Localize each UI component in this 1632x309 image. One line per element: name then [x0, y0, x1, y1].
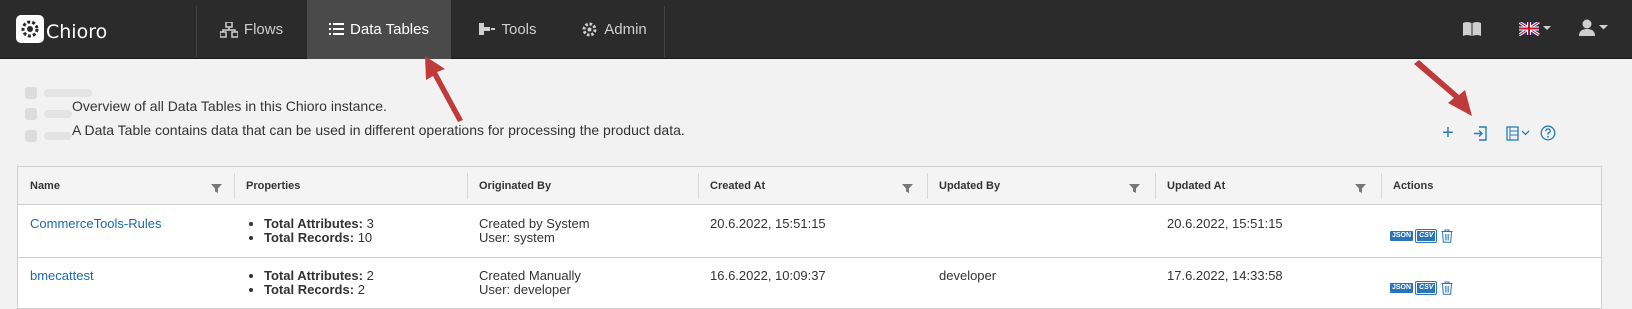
column-header-originated-by[interactable]: Originated By — [467, 167, 698, 205]
originated-user: User: system — [479, 230, 555, 245]
help-icon[interactable] — [1540, 125, 1556, 141]
nav-flows-label: Flows — [243, 21, 284, 38]
skeleton-bullet — [25, 108, 37, 120]
flows-icon — [219, 21, 238, 38]
trash-icon[interactable] — [1441, 229, 1453, 243]
json-export-button[interactable]: JSON — [1390, 231, 1414, 241]
originated-type: Created by System — [479, 216, 590, 231]
uk-flag-icon[interactable] — [1519, 22, 1553, 36]
column-header-name[interactable]: Name — [18, 167, 234, 205]
skeleton-bullet — [25, 130, 37, 142]
add-icon[interactable]: + — [1440, 121, 1456, 144]
column-header-updated-at[interactable]: Updated At — [1155, 167, 1381, 205]
total-records: Total Records: 2 — [264, 283, 374, 297]
column-header-updated-by[interactable]: Updated By — [927, 167, 1155, 205]
table-row: bmecattest Total Attributes: 2 Total Rec… — [18, 258, 1601, 309]
filter-icon[interactable] — [1129, 181, 1140, 199]
annotation-arrow-data-tables — [425, 56, 463, 122]
annotation-arrow-toolbar — [1414, 60, 1472, 116]
originated-type: Created Manually — [479, 268, 581, 283]
filter-icon[interactable] — [902, 181, 913, 199]
properties-cell: Total Attributes: 2 Total Records: 2 — [248, 269, 374, 297]
description-line-2: A Data Table contains data that can be u… — [72, 122, 685, 138]
tools-icon — [478, 22, 496, 37]
table-header: Name Properties Originated By Created At… — [18, 167, 1601, 205]
json-export-button[interactable]: JSON — [1390, 283, 1414, 293]
nav-divider — [664, 6, 665, 57]
csv-export-button[interactable]: CSV — [1415, 229, 1438, 243]
updated-by-cell: developer — [939, 268, 997, 283]
table-name-link[interactable]: bmecattest — [30, 269, 94, 283]
skeleton-bullet — [25, 87, 37, 99]
created-at-cell: 16.6.2022, 10:09:37 — [710, 268, 826, 283]
row-actions: JSON CSV — [1390, 281, 1453, 295]
csv-export-button[interactable]: CSV — [1415, 281, 1438, 295]
nav-admin-label: Admin — [604, 21, 647, 38]
table-name-link[interactable]: CommerceTools-Rules — [30, 217, 161, 231]
description-line-1: Overview of all Data Tables in this Chio… — [72, 98, 387, 114]
gear-icon — [581, 21, 598, 38]
total-records: Total Records: 10 — [264, 231, 374, 245]
originated-user: User: developer — [479, 282, 571, 297]
column-header-created-at[interactable]: Created At — [698, 167, 927, 205]
columns-menu-icon[interactable] — [1505, 125, 1533, 141]
skeleton-bar — [44, 110, 72, 118]
table-row: CommerceTools-Rules Total Attributes: 3 … — [18, 205, 1601, 258]
total-attributes: Total Attributes: 3 — [264, 217, 374, 231]
column-header-properties[interactable]: Properties — [234, 167, 467, 205]
chioro-logo-icon — [16, 15, 44, 43]
updated-at-cell: 20.6.2022, 15:51:15 — [1167, 216, 1283, 231]
filter-icon[interactable] — [1355, 181, 1366, 199]
brand-name: Chioro — [46, 21, 108, 43]
column-header-actions: Actions — [1393, 180, 1434, 192]
properties-cell: Total Attributes: 3 Total Records: 10 — [248, 217, 374, 245]
total-attributes: Total Attributes: 2 — [264, 269, 374, 283]
originated-by-cell: Created Manually User: developer — [479, 269, 581, 297]
book-icon[interactable] — [1462, 21, 1482, 37]
list-icon — [329, 23, 345, 36]
import-icon[interactable] — [1472, 125, 1488, 141]
skeleton-bar — [44, 132, 72, 140]
originated-by-cell: Created by System User: system — [479, 217, 590, 245]
created-at-cell: 20.6.2022, 15:51:15 — [710, 216, 826, 231]
nav-tools-label: Tools — [501, 21, 537, 38]
filter-icon[interactable] — [211, 181, 222, 199]
top-navbar: Chioro Flows Data Tables Tools Admin — [0, 0, 1632, 59]
updated-at-cell: 17.6.2022, 14:33:58 — [1167, 268, 1283, 283]
nav-data-tables-label: Data Tables — [350, 21, 429, 38]
brand[interactable]: Chioro — [16, 10, 107, 48]
nav-tools[interactable]: Tools — [451, 0, 564, 59]
nav-data-tables[interactable]: Data Tables — [307, 0, 451, 59]
row-actions: JSON CSV — [1390, 229, 1453, 243]
add-symbol: + — [1442, 121, 1454, 144]
nav-flows[interactable]: Flows — [196, 0, 307, 59]
nav-admin[interactable]: Admin — [564, 0, 664, 59]
user-icon[interactable] — [1579, 19, 1611, 37]
skeleton-bar — [44, 89, 92, 97]
trash-icon[interactable] — [1441, 281, 1453, 295]
data-tables-table: Name Properties Originated By Created At… — [17, 166, 1602, 309]
